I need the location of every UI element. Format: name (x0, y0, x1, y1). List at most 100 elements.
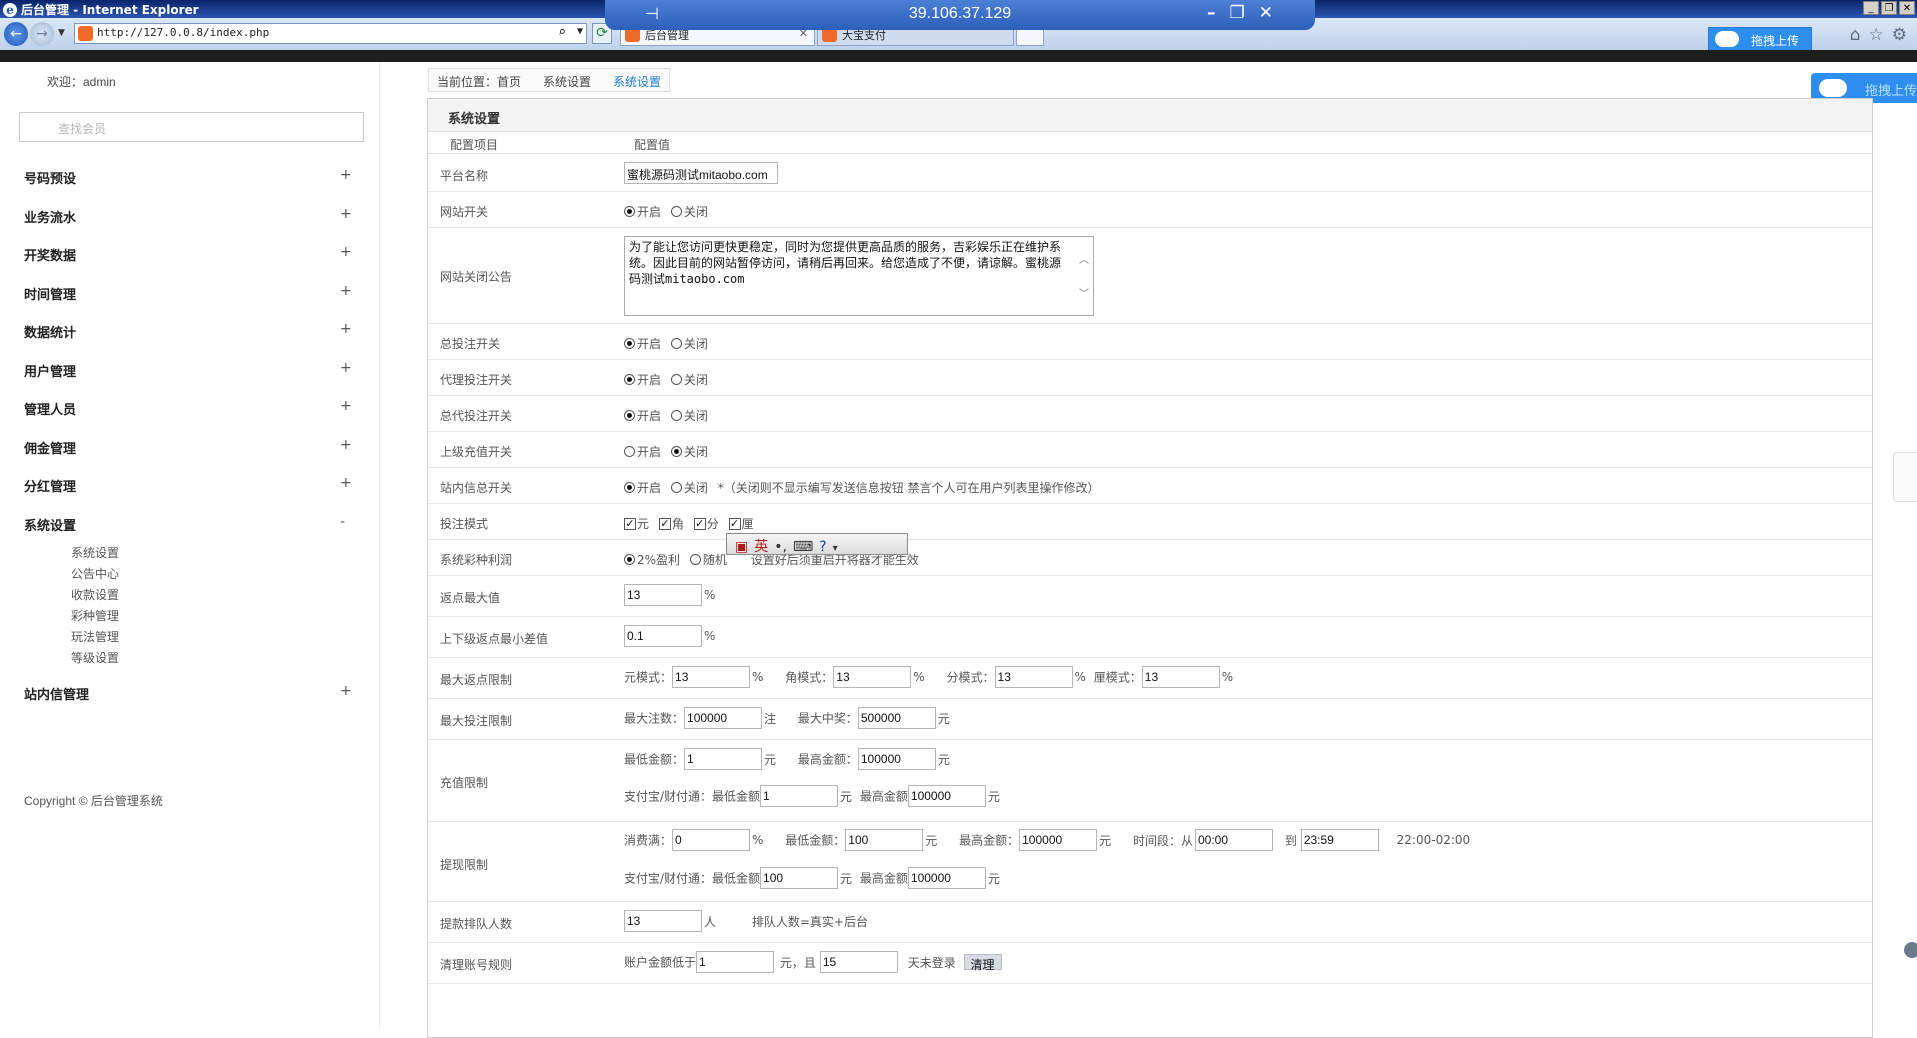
withdraw-min-input[interactable]: 100 (845, 829, 924, 851)
rdp-restore-icon[interactable]: ❐ (1230, 3, 1245, 23)
submenu-system-settings[interactable]: 系统设置 (71, 544, 119, 561)
expand-icon[interactable]: + (340, 283, 352, 299)
superior-recharge-on-radio[interactable] (624, 446, 635, 457)
submenu-payment-settings[interactable]: 收款设置 (71, 586, 119, 603)
mode-jiao-checkbox[interactable]: ✓ (658, 517, 671, 530)
close-notice-textarea[interactable]: 为了能让您访问更快更稳定，同时为您提供更高品质的服务，吉彩娱乐正在维护系统。因此… (624, 236, 1094, 316)
menu-item-lottery-data[interactable]: 开奖数据 + (0, 238, 380, 268)
address-dropdown-icon[interactable]: ▼ (577, 26, 583, 37)
alipay-withdraw-max-input[interactable]: 100000 (907, 867, 986, 889)
ime-keyboard-icon[interactable]: ⌨ (793, 539, 813, 555)
submenu-play-methods[interactable]: 玩法管理 (71, 628, 119, 645)
ime-language[interactable]: 英 (754, 539, 768, 555)
message-on-radio[interactable] (624, 482, 635, 493)
expand-icon[interactable]: + (340, 398, 352, 414)
expand-icon[interactable]: + (340, 167, 352, 183)
expand-icon[interactable]: + (340, 321, 352, 337)
max-bet-count-input[interactable]: 100000 (684, 707, 763, 729)
menu-item-messages[interactable]: 站内信管理 + (0, 677, 380, 707)
menu-item-time-management[interactable]: 时间管理 + (0, 277, 380, 307)
breadcrumb-parent[interactable]: 系统设置 (543, 73, 591, 91)
recharge-min-input[interactable]: 1 (684, 748, 763, 770)
general-agent-off-radio[interactable] (670, 410, 682, 421)
ime-menu-icon[interactable]: ▾ (833, 543, 838, 554)
tools-gear-icon[interactable]: ⚙ (1892, 25, 1907, 45)
menu-item-dividend[interactable]: 分红管理 + (0, 469, 380, 499)
alipay-withdraw-min-input[interactable]: 100 (760, 867, 839, 889)
ime-help-icon[interactable]: ? (819, 539, 826, 555)
alipay-recharge-max-input[interactable]: 100000 (907, 785, 986, 807)
withdraw-time-to-input[interactable]: 23:59 (1300, 829, 1379, 851)
float-circle-icon[interactable] (1904, 942, 1917, 958)
menu-item-statistics[interactable]: 数据统计 + (0, 315, 380, 345)
bet-off-radio[interactable] (670, 338, 682, 349)
profit-random-radio[interactable] (689, 554, 701, 565)
alipay-recharge-min-input[interactable]: 1 (760, 785, 839, 807)
withdraw-consume-input[interactable]: 0 (672, 829, 751, 851)
fen-mode-input[interactable]: 13 (994, 666, 1073, 688)
site-on-radio[interactable] (624, 206, 635, 217)
expand-icon[interactable]: + (340, 244, 352, 260)
agent-bet-on-radio[interactable] (624, 374, 635, 385)
max-win-input[interactable]: 500000 (857, 707, 936, 729)
scroll-up-icon[interactable]: ︿ (1079, 253, 1089, 269)
mode-yuan-checkbox[interactable]: ✓ (624, 517, 636, 530)
favorites-star-icon[interactable]: ☆ (1869, 25, 1884, 45)
back-icon[interactable]: ← (4, 22, 28, 46)
submenu-announcements[interactable]: 公告中心 (71, 565, 119, 582)
ime-punct-icon[interactable]: •, (774, 539, 787, 555)
platform-name-input[interactable]: 蜜桃源码测试mitaobo.com (624, 162, 778, 184)
queue-input[interactable]: 13 (624, 910, 702, 932)
superior-recharge-off-radio[interactable] (670, 446, 682, 457)
rdp-minimize-icon[interactable]: – (1207, 3, 1216, 23)
menu-item-admins[interactable]: 管理人员 + (0, 392, 380, 422)
ime-logo-icon[interactable]: ▣ (735, 539, 748, 555)
member-search-input[interactable]: 查找会员 (19, 112, 364, 142)
side-float-widget[interactable] (1893, 452, 1917, 502)
yuan-mode-input[interactable]: 13 (672, 666, 751, 688)
cleanup-balance-input[interactable]: 1 (696, 951, 775, 973)
expand-icon[interactable]: + (340, 683, 352, 699)
cleanup-button[interactable]: 清理 (963, 954, 1002, 972)
general-agent-on-radio[interactable] (624, 410, 635, 421)
expand-icon[interactable]: + (340, 475, 352, 491)
mode-li-checkbox[interactable]: ✓ (728, 517, 741, 530)
menu-item-number-preset[interactable]: 号码预设 + (0, 161, 380, 191)
close-button[interactable]: ✕ (1899, 1, 1915, 15)
history-dropdown-icon[interactable]: ▼ (58, 28, 65, 38)
menu-item-business-flow[interactable]: 业务流水 + (0, 200, 380, 230)
expand-icon[interactable]: + (340, 437, 352, 453)
min-diff-input[interactable]: 0.1 (624, 625, 702, 647)
address-bar[interactable]: http://127.0.0.8/index.php ⌕ ▼ (74, 23, 587, 44)
li-mode-input[interactable]: 13 (1141, 666, 1220, 688)
scroll-down-icon[interactable]: ﹀ (1079, 287, 1089, 303)
agent-bet-off-radio[interactable] (670, 374, 682, 385)
jiao-mode-input[interactable]: 13 (833, 666, 912, 688)
restore-button[interactable]: ❐ (1881, 1, 1897, 15)
recharge-max-input[interactable]: 100000 (857, 748, 936, 770)
minimize-button[interactable]: _ (1863, 1, 1879, 15)
ime-toolbar[interactable]: ▣ 英 •, ⌨? ▾ (726, 533, 908, 555)
home-icon[interactable]: ⌂ (1850, 25, 1861, 45)
withdraw-max-input[interactable]: 100000 (1019, 829, 1098, 851)
max-rebate-input[interactable]: 13 (624, 584, 702, 606)
menu-item-system-settings[interactable]: 系统设置 - (0, 508, 380, 538)
expand-icon[interactable]: + (340, 206, 352, 222)
search-icon[interactable]: ⌕ (558, 25, 566, 40)
site-off-radio[interactable] (670, 206, 682, 217)
expand-icon[interactable]: + (340, 360, 352, 376)
collapse-icon[interactable]: - (340, 514, 345, 530)
cleanup-days-input[interactable]: 15 (819, 951, 898, 973)
profit-2pct-radio[interactable] (624, 554, 635, 565)
submenu-levels[interactable]: 等级设置 (71, 649, 119, 666)
bet-on-radio[interactable] (624, 338, 635, 349)
rdp-close-icon[interactable]: ✕ (1259, 3, 1273, 23)
submenu-lottery-types[interactable]: 彩种管理 (71, 607, 119, 624)
menu-item-user-management[interactable]: 用户管理 + (0, 354, 380, 384)
forward-icon[interactable]: → (30, 22, 54, 46)
baidu-upload-button[interactable]: 拖拽上传 (1708, 27, 1812, 51)
menu-item-commission[interactable]: 佣金管理 + (0, 431, 380, 461)
withdraw-time-from-input[interactable]: 00:00 (1194, 829, 1273, 851)
breadcrumb-home[interactable]: 当前位置：首页 (437, 73, 521, 91)
message-off-radio[interactable] (670, 482, 682, 493)
